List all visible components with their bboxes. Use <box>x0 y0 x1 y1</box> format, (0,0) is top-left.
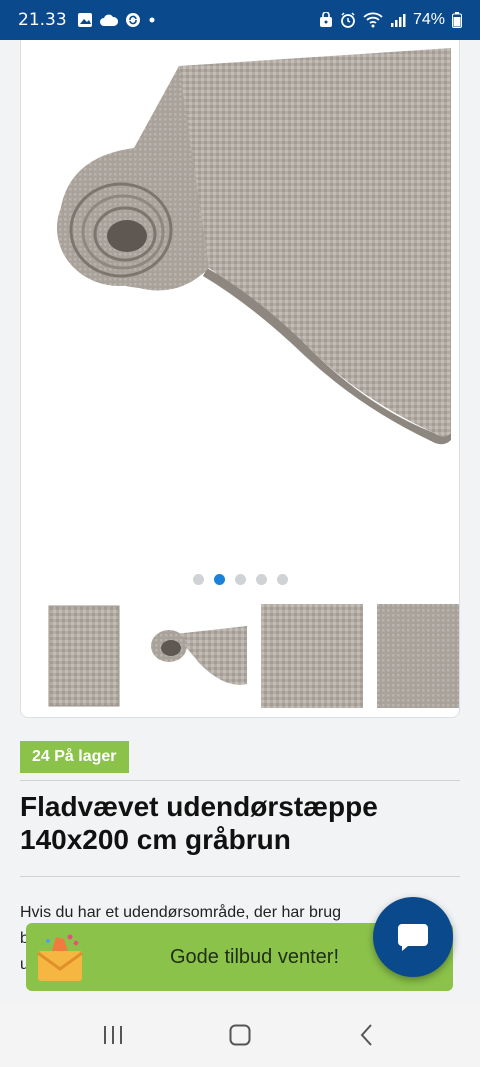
rug-rolled-thumbnail[interactable] <box>145 604 247 708</box>
gallery-dot[interactable] <box>234 574 246 585</box>
status-bar: 21.33 74% <box>0 0 480 40</box>
chat-bubble-icon <box>398 924 428 951</box>
sync-icon <box>125 13 140 27</box>
thumbnail-strip <box>29 604 459 708</box>
recent-apps-button[interactable] <box>93 1015 133 1055</box>
system-nav-bar <box>0 1002 480 1067</box>
rug-flat-thumbnail[interactable] <box>29 604 131 708</box>
back-button[interactable] <box>347 1015 387 1055</box>
alarm-lock-icon <box>319 12 332 27</box>
chat-button[interactable] <box>373 897 453 977</box>
status-time: 21.33 <box>18 10 67 30</box>
dot-icon <box>149 17 155 23</box>
promo-text: Gode tilbud venter! <box>170 945 339 968</box>
home-button[interactable] <box>220 1015 260 1055</box>
battery-icon <box>452 12 462 28</box>
alarm-icon <box>341 12 355 28</box>
image-icon <box>77 13 92 27</box>
home-icon <box>229 1024 251 1045</box>
cloud-icon <box>99 14 118 26</box>
product-gallery-card <box>20 40 460 718</box>
gallery-dot-active[interactable] <box>213 574 225 585</box>
rug-texture-thumbnail[interactable] <box>261 604 363 708</box>
battery-percent: 74% <box>412 11 445 28</box>
divider <box>20 780 460 781</box>
rug-closeup-thumbnail[interactable] <box>377 604 459 708</box>
product-title-line1: Fladvævet udendørstæppe <box>20 791 378 822</box>
back-icon <box>360 1023 372 1046</box>
gift-envelope-icon <box>37 934 83 981</box>
gallery-pagination <box>21 574 459 585</box>
gallery-dot[interactable] <box>255 574 267 585</box>
product-title: Fladvævet udendørstæppe 140x200 cm gråbr… <box>20 790 460 856</box>
signal-icon <box>390 14 406 27</box>
recent-apps-icon <box>104 1025 123 1044</box>
stock-badge: 24 På lager <box>20 741 129 773</box>
product-main-image[interactable] <box>39 48 451 488</box>
product-title-line2: 140x200 cm gråbrun <box>20 824 291 855</box>
wifi-icon <box>363 12 383 28</box>
divider <box>20 876 460 877</box>
gallery-dot[interactable] <box>192 574 204 585</box>
gallery-dot[interactable] <box>276 574 288 585</box>
